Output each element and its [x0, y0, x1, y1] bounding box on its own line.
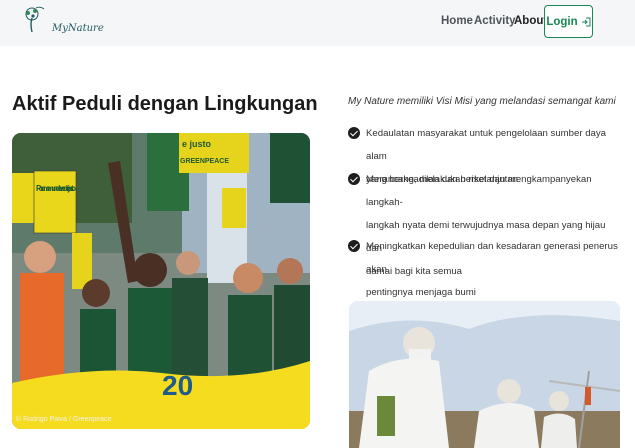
- navbar: MyNature Home Activity About Login: [0, 0, 635, 46]
- brand-name: MyNature: [52, 23, 104, 34]
- nav-about[interactable]: About: [514, 15, 547, 27]
- login-label: Login: [546, 15, 578, 28]
- volunteer-illustration: [349, 301, 620, 448]
- protest-photo: 20 Por um mundo verde e justo e justo GR…: [12, 133, 310, 429]
- brand-logo[interactable]: MyNature: [20, 4, 104, 40]
- sign-text-justo: e justo: [182, 139, 212, 149]
- protest-illustration: 20 Por um mundo verde e justo e justo GR…: [12, 133, 310, 429]
- nav-activity[interactable]: Activity: [474, 15, 516, 27]
- check-circle-icon: [348, 240, 360, 252]
- tree-logo-icon: [25, 6, 45, 33]
- nav-home[interactable]: Home: [441, 15, 473, 27]
- mission-item-line: Kedaulatan masyarakat untuk pengelolaan …: [366, 128, 607, 162]
- login-arrow-icon: [581, 17, 591, 26]
- mission-intro: My Nature memiliki Visi Misi yang meland…: [348, 96, 616, 107]
- check-circle-icon: [348, 173, 360, 185]
- banner-number: 20: [162, 370, 193, 401]
- sign-text-greenpeace: GREENPEACE: [180, 158, 229, 165]
- login-button[interactable]: Login: [544, 5, 593, 38]
- check-circle-icon: [348, 127, 360, 139]
- mission-item: Meningkatkan kepedulian dan kesadaran ge…: [348, 235, 618, 304]
- mission-item-line: Merancang, melakukan riset dan mengkampa…: [366, 174, 592, 208]
- photo-credit: © Rodrigo Paiva / Greenpeace: [16, 416, 112, 423]
- mission-item-line: Meningkatkan kepedulian dan kesadaran ge…: [366, 241, 618, 275]
- volunteer-photo: [349, 301, 620, 448]
- section-title: Aktif Peduli dengan Lingkungan: [12, 93, 318, 115]
- sign-text-verde: Por um mundo verde e justo: [36, 184, 76, 193]
- mission-item-text: Meningkatkan kepedulian dan kesadaran ge…: [366, 235, 618, 304]
